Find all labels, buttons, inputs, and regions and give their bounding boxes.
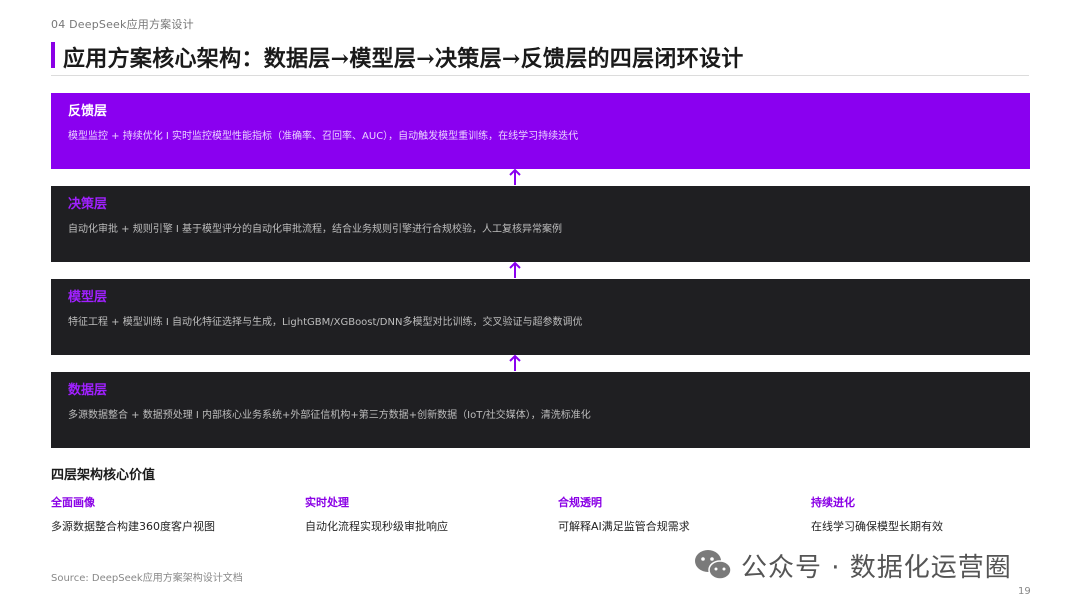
page-title: 应用方案核心架构：数据层→模型层→决策层→反馈层的四层闭环设计: [63, 46, 744, 72]
page-number: 19: [1018, 586, 1031, 597]
title-accent-bar: [51, 42, 55, 68]
layer-desc: 自动化审批 + 规则引擎 I 基于模型评分的自动化审批流程，结合业务规则引擎进行…: [68, 224, 563, 235]
source-note: Source: DeepSeek应用方案架构设计文档: [51, 573, 243, 584]
value-heading: 合规透明: [558, 496, 602, 509]
value-item: 实时处理 自动化流程实现秒级审批响应: [305, 494, 545, 534]
arrow-up-icon: [509, 354, 521, 371]
wechat-icon: [695, 550, 732, 580]
values-title: 四层架构核心价值: [51, 468, 156, 483]
layer-name: 数据层: [68, 383, 108, 398]
layer-name: 模型层: [68, 290, 108, 305]
section-label: 04 DeepSeek应用方案设计: [51, 18, 194, 31]
layer-desc: 特征工程 + 模型训练 I 自动化特征选择与生成，LightGBM/XGBoos…: [68, 317, 583, 328]
layer-name: 反馈层: [68, 104, 108, 119]
layer-desc: 多源数据整合 + 数据预处理 I 内部核心业务系统+外部征信机构+第三方数据+创…: [68, 410, 591, 421]
layer-decision: 决策层 自动化审批 + 规则引擎 I 基于模型评分的自动化审批流程，结合业务规则…: [51, 186, 1030, 262]
value-text: 多源数据整合构建360度客户视图: [51, 520, 215, 533]
value-text: 自动化流程实现秒级审批响应: [305, 520, 448, 533]
value-item: 持续进化 在线学习确保模型长期有效: [811, 494, 1051, 534]
watermark-text: 公众号 · 数据化运营圈: [741, 552, 1012, 583]
layer-model: 模型层 特征工程 + 模型训练 I 自动化特征选择与生成，LightGBM/XG…: [51, 279, 1030, 355]
arrow-up-icon: [509, 168, 521, 185]
layer-name: 决策层: [68, 197, 108, 212]
value-text: 在线学习确保模型长期有效: [811, 520, 943, 533]
value-heading: 实时处理: [305, 496, 349, 509]
layer-feedback: 反馈层 模型监控 + 持续优化 I 实时监控模型性能指标（准确率、召回率、AUC…: [51, 93, 1030, 169]
value-item: 全面画像 多源数据整合构建360度客户视图: [51, 494, 291, 534]
value-heading: 持续进化: [811, 496, 855, 509]
arrow-up-icon: [509, 261, 521, 278]
value-heading: 全面画像: [51, 496, 95, 509]
value-text: 可解释AI满足监管合规需求: [558, 520, 690, 533]
layer-desc: 模型监控 + 持续优化 I 实时监控模型性能指标（准确率、召回率、AUC），自动…: [68, 131, 579, 142]
layer-data: 数据层 多源数据整合 + 数据预处理 I 内部核心业务系统+外部征信机构+第三方…: [51, 372, 1030, 448]
watermark: 公众号 · 数据化运营圈: [693, 545, 1012, 585]
value-item: 合规透明 可解释AI满足监管合规需求: [558, 494, 798, 534]
title-divider: [51, 75, 1029, 76]
